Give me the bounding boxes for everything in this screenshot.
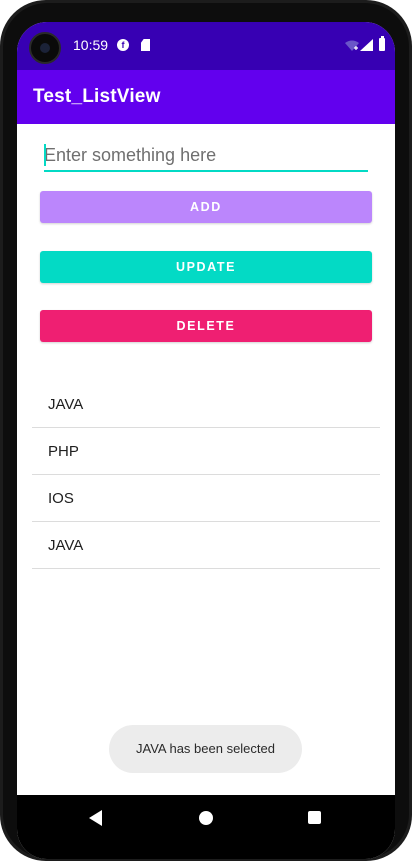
list-view[interactable]: JAVA PHP IOS JAVA	[32, 381, 380, 569]
screen: 10:59 f Test_ListView Enter something he…	[17, 22, 395, 859]
list-item[interactable]: PHP	[32, 428, 380, 475]
f-icon: f	[117, 39, 129, 51]
navigation-bar	[17, 795, 395, 859]
front-camera-icon	[29, 32, 61, 64]
wifi-icon	[345, 40, 359, 51]
phone-bezel: 10:59 f Test_ListView Enter something he…	[3, 3, 409, 859]
list-item[interactable]: JAVA	[32, 522, 380, 569]
status-time: 10:59	[73, 37, 109, 53]
input-container	[44, 140, 368, 172]
add-button[interactable]: ADD	[40, 191, 372, 223]
status-bar: 10:59 f	[17, 22, 395, 70]
list-item-label: JAVA	[48, 396, 84, 413]
back-icon[interactable]	[89, 810, 102, 826]
toast-message: JAVA has been selected	[109, 725, 302, 773]
camera-lens	[40, 43, 50, 53]
app-bar: Test_ListView	[17, 70, 395, 124]
phone-frame: 10:59 f Test_ListView Enter something he…	[0, 0, 412, 861]
battery-icon	[379, 36, 385, 51]
sd-card-icon	[141, 39, 150, 51]
signal-icon	[360, 39, 373, 51]
list-item[interactable]: IOS	[32, 475, 380, 522]
update-button[interactable]: UPDATE	[40, 251, 372, 283]
list-item-label: JAVA	[48, 537, 84, 554]
list-item-label: PHP	[48, 443, 79, 460]
app-title: Test_ListView	[33, 86, 161, 107]
list-item-label: IOS	[48, 490, 74, 507]
text-cursor	[44, 144, 46, 166]
list-item[interactable]: JAVA	[32, 381, 380, 428]
home-icon[interactable]	[199, 811, 213, 825]
recents-icon[interactable]	[308, 811, 321, 824]
text-input[interactable]	[44, 140, 368, 172]
delete-button[interactable]: DELETE	[40, 310, 372, 342]
